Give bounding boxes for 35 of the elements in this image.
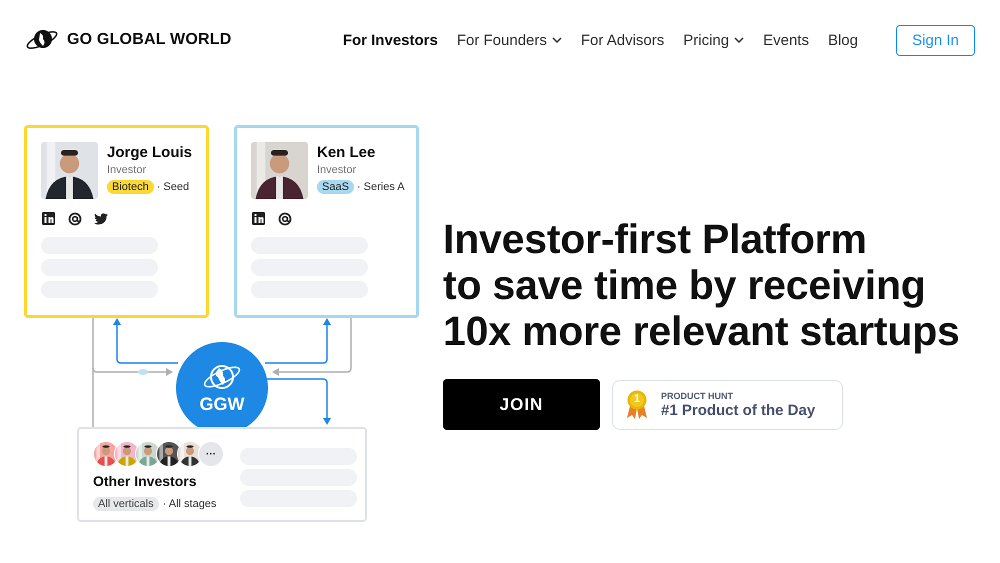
medal-icon: [625, 390, 649, 420]
brand-name: GO GLOBAL WORLD: [67, 31, 232, 49]
nav-link[interactable]: For Investors: [342, 32, 438, 48]
linkedin-icon: [251, 211, 267, 227]
investor-role: Investor: [107, 164, 148, 176]
vertical-tag: Biotech: [107, 180, 154, 194]
connector-arrow: [113, 318, 178, 364]
vertical-tag: All verticals: [93, 497, 159, 511]
investor-name: Ken Lee: [317, 144, 376, 161]
linkedin-icon: [41, 211, 57, 227]
others-title: Other Investors: [93, 473, 198, 489]
stage-label: · Series A: [356, 181, 405, 193]
nav-link[interactable]: For Founders: [456, 32, 562, 48]
product-hunt-badge[interactable]: 1 PRODUCT HUNT #1 Product of the Day: [612, 380, 843, 430]
hero-headline: Investor-first Platform to save time by receiving 10x more relevant startups: [443, 216, 960, 354]
nav-link[interactable]: Pricing: [683, 32, 744, 48]
signal-dot: [138, 369, 148, 375]
investor-name: Jorge Louis: [107, 144, 192, 161]
badge-title: #1 Product of the Day: [661, 402, 816, 418]
medal-number: 1: [632, 392, 642, 404]
nav-link[interactable]: Events: [763, 32, 809, 48]
investor-role: Investor: [317, 164, 358, 176]
stage-label: · Seed: [156, 181, 190, 193]
connector-arrow: [265, 318, 331, 364]
hub-label: GGW: [200, 394, 244, 414]
more-avatars-badge: ···: [198, 441, 224, 467]
stage-label: · All stages: [162, 498, 216, 510]
bird-icon: [93, 211, 109, 227]
join-button[interactable]: JOIN: [443, 379, 600, 430]
nav-link[interactable]: Blog: [828, 32, 858, 48]
nav-link[interactable]: For Advisors: [580, 32, 664, 48]
badge-label: PRODUCT HUNT: [661, 390, 734, 400]
at-sign-icon: [277, 211, 293, 227]
vertical-tag: SaaS: [317, 180, 354, 194]
at-sign-icon: [67, 211, 83, 227]
